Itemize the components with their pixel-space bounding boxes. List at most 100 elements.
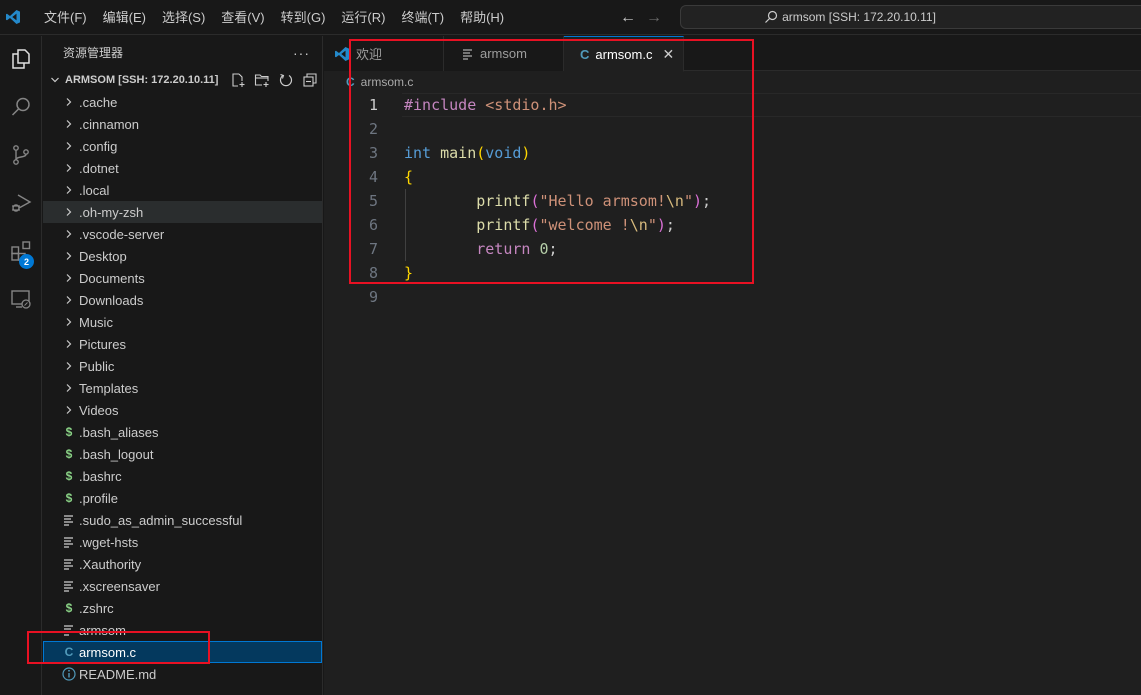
tree-folder[interactable]: .dotnet bbox=[43, 157, 322, 179]
command-center[interactable]: armsom [SSH: 172.20.10.11] bbox=[680, 5, 1141, 29]
tab-armsom-c[interactable]: C armsom.c ✕ bbox=[564, 36, 684, 72]
tree-folder[interactable]: .cache bbox=[43, 91, 322, 113]
tree-folder[interactable]: .local bbox=[43, 179, 322, 201]
tree-file[interactable]: .sudo_as_admin_successful bbox=[43, 509, 322, 531]
code-token: printf bbox=[476, 192, 531, 210]
text-file-icon bbox=[61, 531, 77, 553]
code-token: ) bbox=[521, 144, 531, 162]
new-file-icon[interactable] bbox=[229, 71, 247, 89]
new-folder-icon[interactable] bbox=[253, 71, 271, 89]
menu-item[interactable]: 终端(T) bbox=[393, 0, 452, 35]
tree-item-label: Downloads bbox=[79, 292, 144, 308]
tree-item-label: .bash_aliases bbox=[79, 424, 159, 440]
code-line: 6 printf("welcome !\n"); bbox=[324, 213, 1141, 237]
activity-extensions[interactable]: 2 bbox=[0, 228, 42, 276]
workspace-folder-title: ARMSOM [SSH: 172.20.10.11] bbox=[65, 74, 219, 86]
tree-folder[interactable]: .config bbox=[43, 135, 322, 157]
tree-folder[interactable]: Pictures bbox=[43, 333, 322, 355]
tree-file[interactable]: $ .bash_logout bbox=[43, 443, 322, 465]
tree-folder[interactable]: Videos bbox=[43, 399, 322, 421]
activity-explorer[interactable] bbox=[0, 36, 42, 84]
chevron-right-icon bbox=[61, 267, 77, 289]
tab-armsom[interactable]: armsom bbox=[444, 36, 564, 71]
line-content: printf("welcome !\n"); bbox=[404, 216, 675, 234]
tree-folder[interactable]: Desktop bbox=[43, 245, 322, 267]
tree-file[interactable]: .wget-hsts bbox=[43, 531, 322, 553]
tree-item-label: armsom.c bbox=[79, 644, 137, 660]
workspace-folder-header[interactable]: ARMSOM [SSH: 172.20.10.11] bbox=[43, 69, 322, 91]
arrow-right-icon[interactable]: → bbox=[646, 9, 662, 27]
close-icon[interactable]: ✕ bbox=[662, 46, 674, 63]
activity-source-control[interactable] bbox=[0, 132, 42, 180]
line-number: 3 bbox=[368, 144, 378, 162]
remote-explorer-icon bbox=[9, 287, 33, 314]
text-file-icon bbox=[61, 509, 77, 531]
tree-file[interactable]: $ .zshrc bbox=[43, 597, 322, 619]
menu-item[interactable]: 选择(S) bbox=[154, 0, 213, 35]
menu-item[interactable]: 帮助(H) bbox=[452, 0, 512, 35]
chevron-right-icon bbox=[61, 113, 77, 135]
tree-folder[interactable]: Downloads bbox=[43, 289, 322, 311]
title-bar: 文件(F) 编辑(E) 选择(S) 查看(V) 转到(G) 运行(R) 终端(T) 帮助(H)… bbox=[0, 0, 1141, 35]
collapse-all-icon[interactable] bbox=[301, 71, 319, 89]
menu-item[interactable]: 查看(V) bbox=[213, 0, 272, 35]
line-number: 4 bbox=[368, 168, 378, 186]
code-line: 2 bbox=[324, 117, 1141, 141]
code-token: ; bbox=[665, 216, 675, 234]
tree-file[interactable]: .xscreensaver bbox=[43, 575, 322, 597]
tree-item-label: README.md bbox=[79, 666, 157, 682]
line-number: 1 bbox=[368, 96, 378, 114]
tree-item-label: .cache bbox=[79, 94, 118, 110]
chevron-right-icon bbox=[61, 289, 77, 311]
tree-item-label: .xscreensaver bbox=[79, 578, 160, 594]
refresh-icon[interactable] bbox=[277, 71, 295, 89]
activity-run-debug[interactable] bbox=[0, 180, 42, 228]
tree-item-label: .sudo_as_admin_successful bbox=[79, 512, 243, 528]
source-control-icon bbox=[9, 143, 33, 170]
menu-item[interactable]: 文件(F) bbox=[36, 0, 95, 35]
debug-icon bbox=[9, 191, 33, 218]
navigation-controls: ← → bbox=[620, 0, 662, 35]
tree-folder[interactable]: Music bbox=[43, 311, 322, 333]
line-content: printf("Hello armsom!\n"); bbox=[404, 192, 711, 210]
tree-file[interactable]: .Xauthority bbox=[43, 553, 322, 575]
line-number: 7 bbox=[368, 240, 378, 258]
code-editor[interactable]: 1 #include <stdio.h> 2 3 int main(void) 4{5 p… bbox=[324, 93, 1141, 309]
tree-item-label: .bash_logout bbox=[79, 446, 154, 462]
tree-file[interactable]: $ .bash_aliases bbox=[43, 421, 322, 443]
c-file-icon: C bbox=[346, 75, 355, 89]
tree-folder[interactable]: Documents bbox=[43, 267, 322, 289]
tree-file[interactable]: README.md bbox=[43, 663, 322, 685]
tree-file[interactable]: Carmsom.c bbox=[43, 641, 322, 663]
code-token: } bbox=[404, 264, 414, 282]
tree-item-label: .wget-hsts bbox=[79, 534, 139, 550]
tree-item-label: Documents bbox=[79, 270, 145, 286]
tab-welcome[interactable]: 欢迎 bbox=[324, 36, 444, 71]
tree-item-label: .profile bbox=[79, 490, 119, 506]
file-tree: .cache .cinnamon .config .dotnet .local .oh-m… bbox=[43, 91, 322, 685]
tree-folder[interactable]: .oh-my-zsh bbox=[43, 201, 322, 223]
menu-item[interactable]: 转到(G) bbox=[273, 0, 334, 35]
extensions-badge: 2 bbox=[19, 254, 34, 269]
activity-search[interactable] bbox=[0, 84, 42, 132]
line-number: 5 bbox=[368, 192, 378, 210]
tree-file[interactable]: $ .profile bbox=[43, 487, 322, 509]
tree-item-label: .oh-my-zsh bbox=[79, 204, 144, 220]
breadcrumb-item[interactable]: armsom.c bbox=[361, 75, 414, 89]
arrow-left-icon[interactable]: ← bbox=[620, 9, 636, 27]
tree-folder[interactable]: .vscode-server bbox=[43, 223, 322, 245]
tree-folder[interactable]: Public bbox=[43, 355, 322, 377]
tree-folder[interactable]: .cinnamon bbox=[43, 113, 322, 135]
more-actions-button[interactable]: ··· bbox=[293, 45, 310, 61]
tree-folder[interactable]: Templates bbox=[43, 377, 322, 399]
tree-item-label: Music bbox=[79, 314, 113, 330]
code-token: ( bbox=[476, 144, 486, 162]
tree-file[interactable]: armsom bbox=[43, 619, 322, 641]
tree-file[interactable]: $ .bashrc bbox=[43, 465, 322, 487]
menu-item[interactable]: 运行(R) bbox=[333, 0, 393, 35]
menu-item[interactable]: 编辑(E) bbox=[95, 0, 154, 35]
activity-remote-explorer[interactable] bbox=[0, 276, 42, 324]
menu-bar: 文件(F) 编辑(E) 选择(S) 查看(V) 转到(G) 运行(R) 终端(T) 帮助(H) bbox=[36, 0, 512, 35]
